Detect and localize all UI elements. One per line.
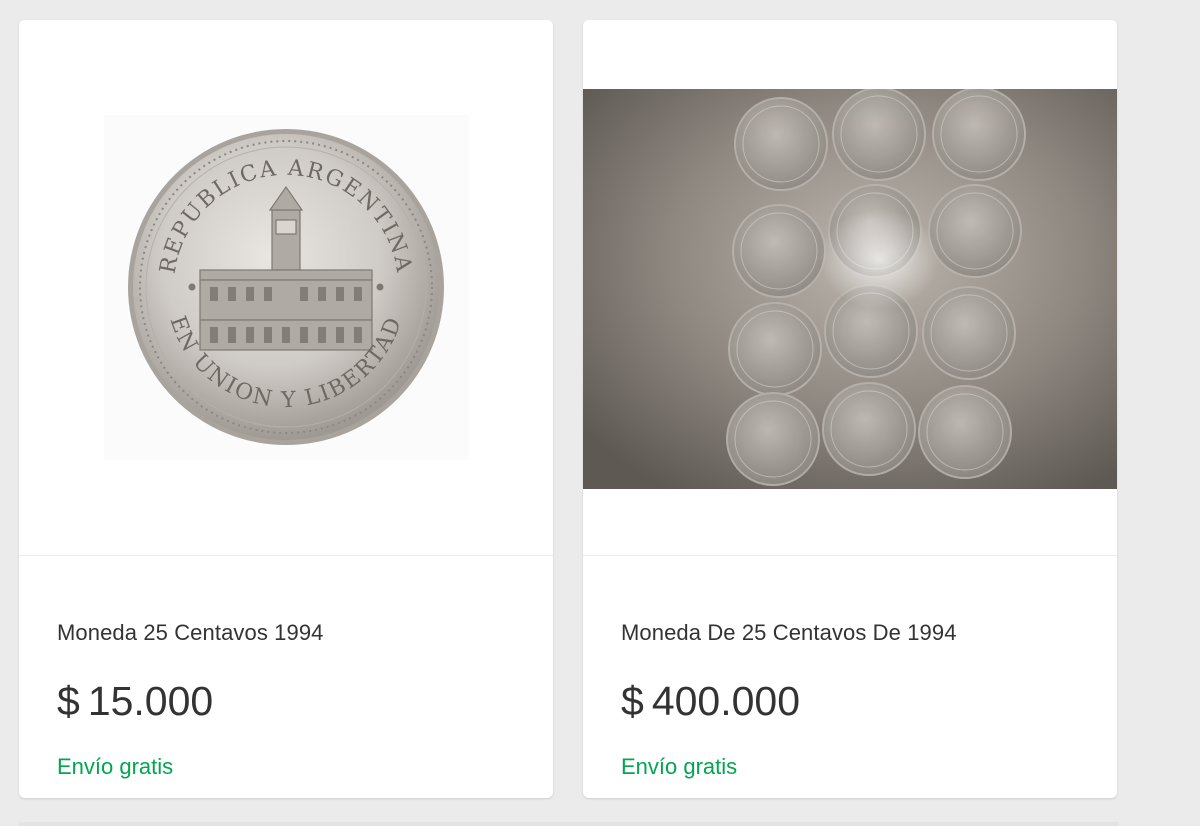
product-price: $15.000 <box>57 678 213 725</box>
price-amount: 400.000 <box>651 678 801 724</box>
coins-photo <box>583 89 1117 489</box>
product-info: Moneda 25 Centavos 1994 $15.000 Envío gr… <box>19 556 553 798</box>
product-info: Moneda De 25 Centavos De 1994 $400.000 E… <box>583 556 1117 798</box>
product-image[interactable]: REPUBLICA ARGENTINA EN UNION Y LIBERTAD <box>19 20 553 556</box>
price-currency: $ <box>621 678 644 724</box>
product-price: $400.000 <box>621 678 800 725</box>
product-image[interactable] <box>583 20 1117 556</box>
product-card[interactable]: REPUBLICA ARGENTINA EN UNION Y LIBERTAD … <box>19 20 553 798</box>
free-shipping-label: Envío gratis <box>57 754 174 779</box>
product-title[interactable]: Moneda De 25 Centavos De 1994 <box>621 620 1097 646</box>
product-title[interactable]: Moneda 25 Centavos 1994 <box>57 620 533 646</box>
product-card[interactable]: Moneda De 25 Centavos De 1994 $400.000 E… <box>583 20 1117 798</box>
free-shipping-label: Envío gratis <box>621 754 738 779</box>
next-row-edge <box>19 822 1119 826</box>
price-currency: $ <box>57 678 80 724</box>
price-amount: 15.000 <box>87 678 214 724</box>
coin-photo: REPUBLICA ARGENTINA EN UNION Y LIBERTAD <box>104 115 469 460</box>
